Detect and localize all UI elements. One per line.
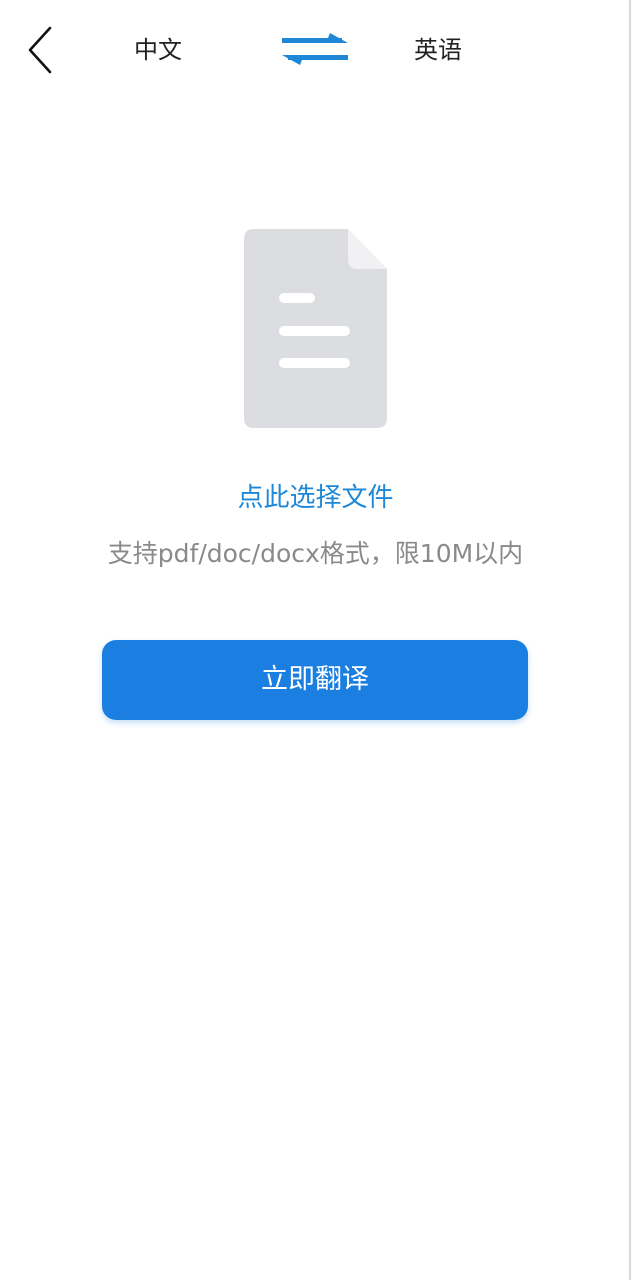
select-file-link[interactable]: 点此选择文件 [0,476,631,520]
target-language-selector[interactable]: 英语 [388,30,488,70]
swap-languages-button[interactable] [278,30,352,70]
file-format-hint: 支持pdf/doc/docx格式，限10M以内 [107,539,524,568]
document-icon[interactable] [244,229,387,428]
back-button[interactable] [20,22,64,78]
translate-now-button[interactable]: 立即翻译 [102,640,528,720]
swap-arrows-icon [282,33,348,65]
chevron-left-icon [28,26,52,74]
source-language-selector[interactable]: 中文 [108,30,208,70]
top-bar: 中文 英语 [0,0,631,100]
translate-document-page: 中文 英语 点此选择文件 支持pdf/doc/docx格式，限10M以内 立即翻… [0,0,631,1280]
